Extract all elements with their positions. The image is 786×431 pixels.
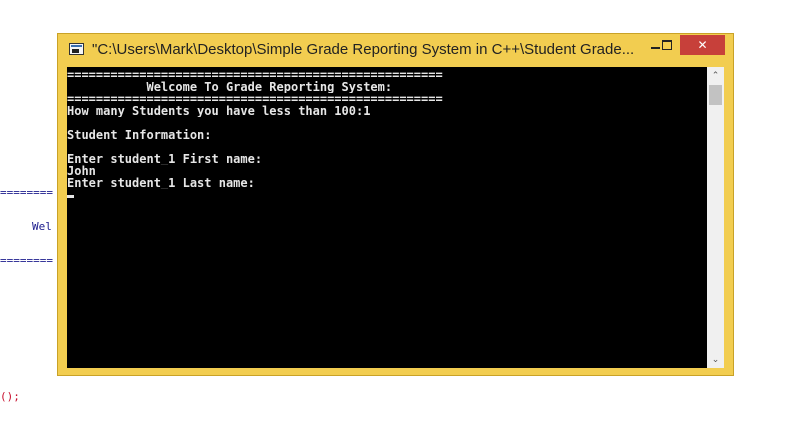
console-line: ========================================… (67, 69, 443, 81)
console-window: "C:\Users\Mark\Desktop\Simple Grade Repo… (57, 33, 734, 376)
editor-code-line: ======== (0, 254, 53, 267)
text-cursor (67, 195, 74, 198)
console-line: How many Students you have less than 100… (67, 105, 371, 117)
maximize-icon (662, 40, 672, 50)
console-app-icon[interactable] (69, 43, 84, 55)
scroll-thumb[interactable] (709, 85, 722, 105)
maximize-button[interactable] (654, 35, 680, 55)
close-button[interactable]: ✕ (680, 35, 725, 55)
console-output[interactable]: ========================================… (67, 67, 707, 368)
scroll-up-button[interactable]: ⌃ (707, 67, 724, 84)
console-line: Enter student_1 Last name: (67, 177, 255, 189)
scroll-down-button[interactable]: ⌄ (707, 351, 724, 368)
console-line: John (67, 165, 96, 177)
title-bar[interactable]: "C:\Users\Mark\Desktop\Simple Grade Repo… (58, 34, 733, 65)
console-line: Enter student_1 First name: (67, 153, 263, 165)
vertical-scrollbar[interactable]: ⌃ ⌄ (707, 67, 724, 368)
close-icon: ✕ (697, 38, 708, 52)
chevron-up-icon: ⌃ (711, 70, 720, 81)
editor-code-line: (); (0, 390, 20, 403)
console-text: ========================================… (67, 69, 443, 198)
chevron-down-icon: ⌄ (711, 354, 720, 365)
console-line: ========================================… (67, 93, 443, 105)
editor-code-line: ======== (0, 186, 53, 199)
window-title: "C:\Users\Mark\Desktop\Simple Grade Repo… (92, 41, 635, 58)
console-line: Student Information: (67, 129, 212, 141)
console-line: Welcome To Grade Reporting System: (67, 81, 393, 93)
editor-code-line: Wel (32, 220, 52, 233)
